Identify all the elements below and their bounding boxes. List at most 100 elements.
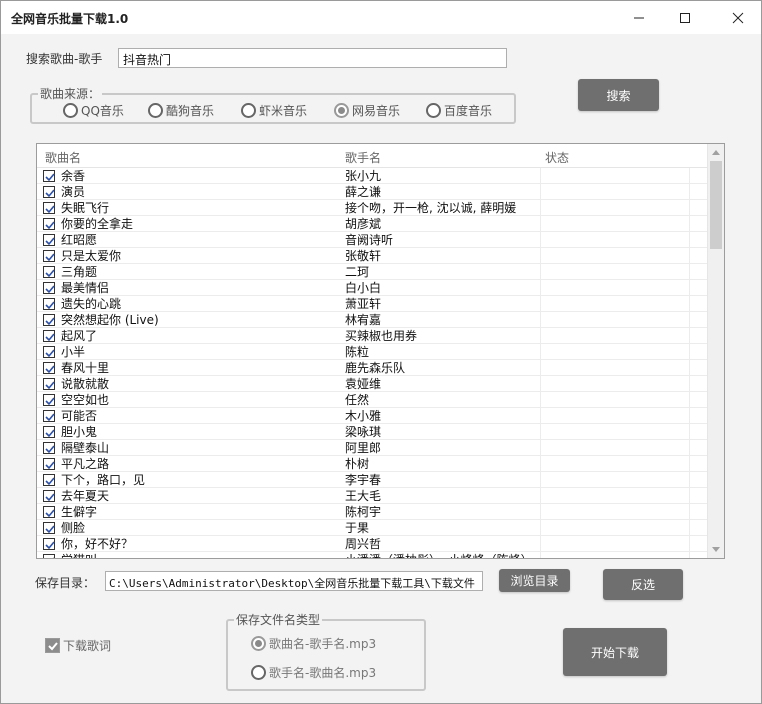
source-radio-baidu[interactable]: 百度音乐 [426, 102, 492, 119]
filename-radio-song-artist[interactable]: 歌曲名-歌手名.mp3 [251, 635, 376, 652]
checkmark-icon [45, 253, 55, 262]
table-row[interactable]: 学猫叫小潘潘（潘柚彤）, 小峰峰（陈峰） [37, 552, 708, 558]
row-checkbox[interactable] [43, 266, 55, 278]
status-cell [545, 488, 685, 504]
window-title: 全网音乐批量下载1.0 [11, 12, 129, 26]
table-row[interactable]: 下个，路口，见 李宇春 [37, 472, 708, 488]
song-name-cell: 失眠飞行 [61, 201, 110, 215]
table-row[interactable]: 平凡之路 朴树 [37, 456, 708, 472]
radio-label: 虾米音乐 [259, 104, 308, 118]
table-row[interactable]: 小半 陈粒 [37, 344, 708, 360]
song-name-cell: 平凡之路 [61, 457, 110, 471]
row-checkbox[interactable] [43, 490, 55, 502]
table-row[interactable]: 生僻字 陈柯宇 [37, 504, 708, 520]
row-checkbox[interactable] [43, 218, 55, 230]
table-row[interactable]: 你，好不好？ 周兴哲 [37, 536, 708, 552]
status-cell [545, 424, 685, 440]
table-row[interactable]: 侧脸 于果 [37, 520, 708, 536]
checkmark-icon [45, 397, 55, 406]
table-row[interactable]: 三角题 二珂 [37, 264, 708, 280]
row-checkbox[interactable] [43, 410, 55, 422]
row-checkbox[interactable] [43, 426, 55, 438]
table-row[interactable]: 余香 张小九 [37, 168, 708, 184]
row-checkbox[interactable] [43, 170, 55, 182]
source-radio-netease[interactable]: 网易音乐 [334, 102, 400, 119]
scroll-thumb[interactable] [710, 161, 722, 249]
close-button[interactable] [715, 1, 761, 34]
row-checkbox[interactable] [43, 538, 55, 550]
list-scrollbar[interactable] [707, 144, 724, 558]
row-checkbox[interactable] [43, 330, 55, 342]
column-header-artist[interactable]: 歌手名 [345, 149, 381, 166]
column-separator [689, 408, 690, 424]
table-row[interactable]: 演员 薛之谦 [37, 184, 708, 200]
status-cell [545, 344, 685, 360]
start-download-button[interactable]: 开始下载 [563, 628, 667, 676]
artist-name-cell: 陈粒 [345, 345, 370, 359]
column-separator [689, 488, 690, 504]
row-checkbox[interactable] [43, 378, 55, 390]
source-radio-qq[interactable]: QQ音乐 [63, 102, 124, 119]
row-checkbox[interactable] [43, 362, 55, 374]
table-row[interactable]: 说散就散 袁娅维 [37, 376, 708, 392]
download-lyrics-checkbox[interactable]: 下载歌词 [45, 637, 111, 654]
table-row[interactable]: 你要的全拿走 胡彦斌 [37, 216, 708, 232]
artist-name-cell: 周兴哲 [345, 537, 382, 551]
table-row[interactable]: 红昭愿 音阙诗听 [37, 232, 708, 248]
table-row[interactable]: 隔壁泰山 阿里郎 [37, 440, 708, 456]
status-cell [545, 328, 685, 344]
row-checkbox[interactable] [43, 522, 55, 534]
column-separator [540, 328, 541, 344]
filename-radio-artist-song[interactable]: 歌手名-歌曲名.mp3 [251, 664, 376, 681]
row-checkbox[interactable] [43, 474, 55, 486]
invert-select-button[interactable]: 反选 [603, 569, 683, 600]
song-list[interactable]: 歌曲名 歌手名 状态 余香 张小九 演员 薛之谦 失眠飞行 接个吻，开一枪, 沈以诚, 薛… [36, 143, 725, 559]
row-checkbox[interactable] [43, 202, 55, 214]
checkbox-box [45, 638, 60, 653]
row-checkbox[interactable] [43, 314, 55, 326]
browse-dir-button[interactable]: 浏览目录 [499, 569, 570, 592]
row-checkbox[interactable] [43, 298, 55, 310]
row-checkbox[interactable] [43, 234, 55, 246]
column-separator [540, 200, 541, 216]
table-row[interactable]: 最美情侣 白小白 [37, 280, 708, 296]
row-checkbox[interactable] [43, 394, 55, 406]
column-header-song[interactable]: 歌曲名 [45, 149, 81, 166]
row-checkbox[interactable] [43, 250, 55, 262]
search-button[interactable]: 搜索 [578, 79, 659, 111]
table-row[interactable]: 可能否 木小雅 [37, 408, 708, 424]
table-row[interactable]: 春风十里 鹿先森乐队 [37, 360, 708, 376]
scroll-down-arrow[interactable] [708, 541, 724, 558]
table-row[interactable]: 胆小鬼 梁咏琪 [37, 424, 708, 440]
table-row[interactable]: 去年夏天 王大毛 [37, 488, 708, 504]
table-row[interactable]: 空空如也 任然 [37, 392, 708, 408]
status-cell [545, 456, 685, 472]
search-input[interactable]: 抖音热门 [118, 48, 507, 68]
minimize-button[interactable] [616, 1, 662, 34]
column-separator [540, 312, 541, 328]
row-checkbox[interactable] [43, 346, 55, 358]
song-name-cell: 余香 [61, 169, 86, 183]
scroll-up-arrow[interactable] [708, 144, 724, 161]
row-checkbox[interactable] [43, 442, 55, 454]
source-radio-xiami[interactable]: 虾米音乐 [241, 102, 307, 119]
save-dir-input[interactable]: C:\Users\Administrator\Desktop\全网音乐批量下载工… [105, 571, 483, 591]
row-checkbox[interactable] [43, 458, 55, 470]
maximize-button[interactable] [662, 1, 708, 34]
row-checkbox[interactable] [43, 554, 55, 558]
table-row[interactable]: 突然想起你 (Live) 林宥嘉 [37, 312, 708, 328]
song-name-cell: 去年夏天 [61, 489, 110, 503]
column-header-status[interactable]: 状态 [545, 149, 569, 166]
table-row[interactable]: 失眠飞行 接个吻，开一枪, 沈以诚, 薛明媛 [37, 200, 708, 216]
row-checkbox[interactable] [43, 186, 55, 198]
column-separator [689, 296, 690, 312]
row-checkbox[interactable] [43, 282, 55, 294]
row-checkbox[interactable] [43, 506, 55, 518]
source-radio-kugou[interactable]: 酷狗音乐 [148, 102, 214, 119]
app-window: 全网音乐批量下载1.0 搜索歌曲-歌手 抖音热门 搜索 歌曲来源： QQ音乐 酷… [0, 0, 762, 704]
table-row[interactable]: 只是太爱你 张敬轩 [37, 248, 708, 264]
table-row[interactable]: 遗失的心跳 萧亚轩 [37, 296, 708, 312]
table-row[interactable]: 起风了 买辣椒也用券 [37, 328, 708, 344]
column-separator [689, 472, 690, 488]
chevron-down-icon [712, 547, 720, 552]
